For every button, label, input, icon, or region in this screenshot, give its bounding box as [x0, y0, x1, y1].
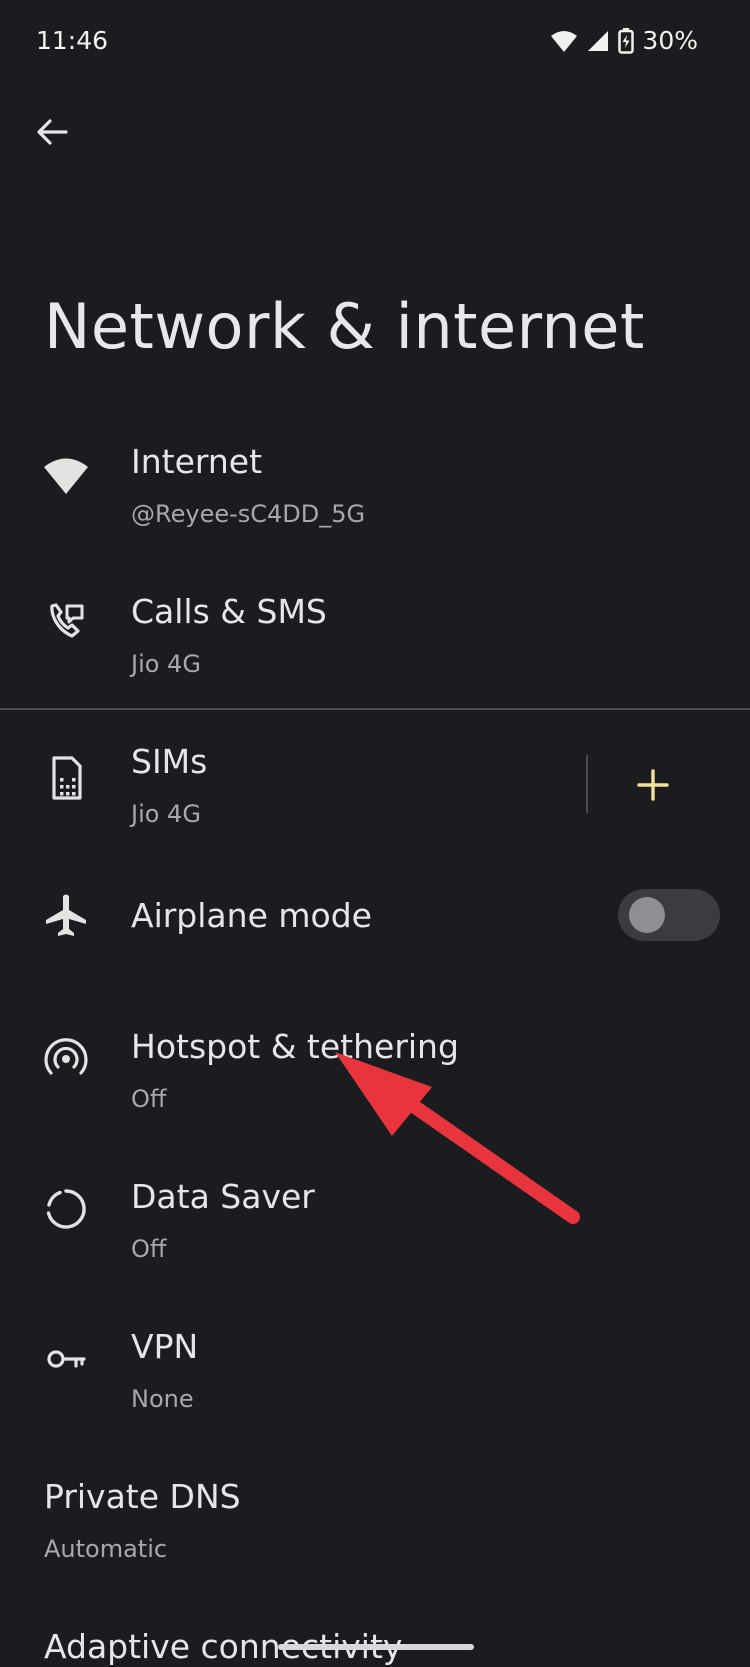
section-divider — [0, 708, 750, 710]
calls-sms-subtitle: Jio 4G — [131, 650, 201, 678]
sims-separator — [586, 755, 588, 813]
internet-subtitle: @Reyee-sC4DD_5G — [131, 500, 366, 528]
status-time: 11:46 — [36, 26, 109, 55]
cellular-signal-icon — [588, 30, 609, 51]
adaptive-connectivity-item[interactable]: Adaptive connectivity On — [0, 1605, 750, 1667]
private-dns-label: Private DNS — [44, 1477, 241, 1516]
gesture-nav-bar[interactable] — [278, 1644, 474, 1650]
hotspot-tethering-label: Hotspot & tethering — [131, 1027, 459, 1066]
hotspot-icon — [44, 1038, 88, 1075]
hotspot-tethering-subtitle: Off — [131, 1085, 167, 1113]
data-saver-item[interactable]: Data Saver Off — [0, 1155, 750, 1263]
plus-icon — [637, 769, 669, 801]
private-dns-subtitle: Automatic — [44, 1535, 168, 1563]
battery-charging-icon — [618, 27, 635, 54]
airplane-mode-label: Airplane mode — [131, 896, 372, 935]
status-icons: 30% — [550, 26, 698, 55]
internet-label: Internet — [131, 442, 263, 481]
page-title: Network & internet — [44, 290, 645, 363]
sims-label: SIMs — [131, 742, 208, 781]
vpn-subtitle: None — [131, 1385, 194, 1413]
hotspot-tethering-item[interactable]: Hotspot & tethering Off — [0, 1005, 750, 1113]
wifi-icon — [44, 458, 88, 494]
battery-percentage: 30% — [642, 26, 698, 55]
airplane-icon — [46, 894, 86, 936]
calls-sms-item[interactable]: Calls & SMS Jio 4G — [0, 570, 750, 678]
back-arrow-icon — [37, 119, 68, 145]
add-sim-button[interactable] — [630, 762, 676, 808]
internet-item[interactable]: Internet @Reyee-sC4DD_5G — [0, 420, 750, 528]
data-saver-icon — [46, 1189, 86, 1229]
private-dns-item[interactable]: Private DNS Automatic — [0, 1455, 750, 1563]
phone-message-icon — [50, 603, 84, 638]
data-saver-subtitle: Off — [131, 1235, 167, 1263]
vpn-label: VPN — [131, 1327, 199, 1366]
calls-sms-label: Calls & SMS — [131, 592, 327, 631]
annotation-arrow — [335, 1052, 580, 1224]
toggle-thumb — [629, 897, 665, 933]
vpn-item[interactable]: VPN None — [0, 1305, 750, 1413]
back-button[interactable] — [30, 110, 74, 154]
wifi-icon — [551, 30, 578, 52]
key-icon — [47, 1350, 86, 1368]
sims-subtitle: Jio 4G — [131, 800, 201, 828]
airplane-mode-toggle[interactable] — [618, 889, 720, 941]
status-bar: 11:46 30% — [0, 0, 750, 84]
sim-card-icon — [52, 756, 82, 800]
data-saver-label: Data Saver — [131, 1177, 315, 1216]
